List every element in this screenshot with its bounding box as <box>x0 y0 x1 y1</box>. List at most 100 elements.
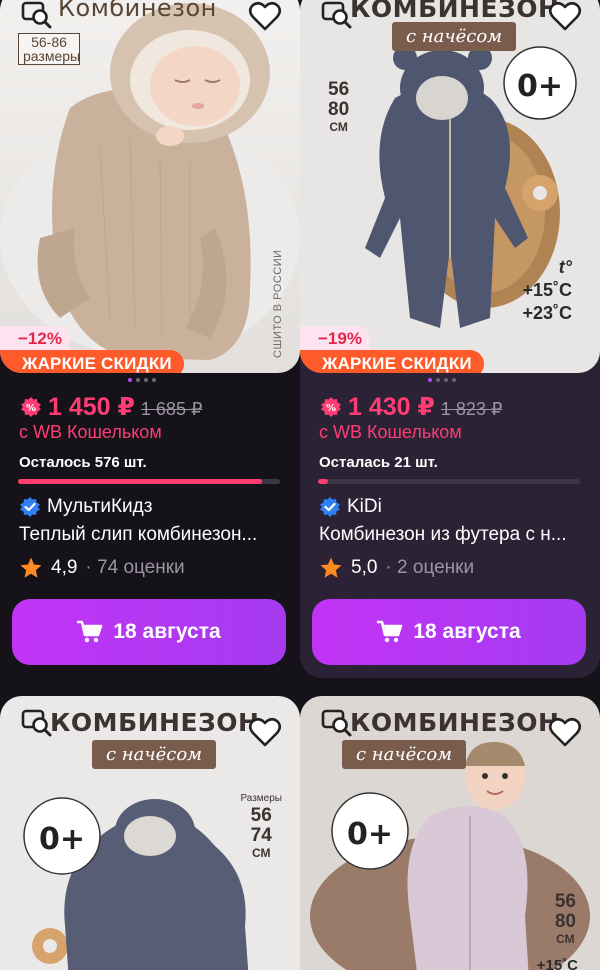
sizes-label: Размеры 56 74 СМ <box>240 792 282 860</box>
cart-icon <box>77 620 103 643</box>
stock-left: Осталось 576 шт. <box>19 454 147 471</box>
product-image[interactable]: 0+ КОМБИНЕЗОН с начёсом 56 80 СМ t° +15˚… <box>300 0 600 373</box>
old-price: 1 823 ₽ <box>440 399 503 419</box>
pager-dot <box>452 378 456 382</box>
fleece-label: с начёсом <box>392 22 517 51</box>
favorite-heart-icon[interactable] <box>248 716 282 748</box>
stock-bar-fill <box>318 479 329 484</box>
price-row: % 1 450 ₽ 1 685 ₽ <box>20 392 202 422</box>
add-to-cart-button[interactable]: 18 августа <box>312 599 586 665</box>
product-card[interactable]: 0+ КОМБИНЕЗОН с начёсом 56 80 СМ +15˚С <box>300 696 600 970</box>
age-badge-text: 0+ <box>347 817 393 852</box>
price-row: % 1 430 ₽ 1 823 ₽ <box>320 392 502 422</box>
promo-badge: ЖАРКИЕ СКИДКИ <box>0 350 184 373</box>
favorite-heart-icon[interactable] <box>548 716 582 748</box>
wallet-note: с WB Кошельком <box>319 422 462 442</box>
temperature-range: t° +15˚С +23˚С <box>522 256 572 325</box>
seller-row[interactable]: KiDi <box>319 496 382 518</box>
temp-icon: t° <box>558 257 572 277</box>
product-card[interactable]: Комбинезон 56-86 размеры СШИТО В РОССИИ … <box>0 0 300 678</box>
product-name[interactable]: Комбинезон из футера с н... <box>319 524 589 546</box>
pager-dot <box>436 378 440 382</box>
seller-name: МультиКидз <box>47 496 153 517</box>
size-max: 80 <box>554 911 576 932</box>
image-pager <box>428 378 456 382</box>
size-max: 80 <box>328 99 350 120</box>
sizes-label: 56 80 СМ <box>554 891 576 947</box>
seller-row[interactable]: МультиКидз <box>19 496 152 518</box>
temperature-range: +15˚С <box>537 954 578 970</box>
favorite-heart-icon[interactable] <box>248 0 282 32</box>
temp-high: +15˚С <box>522 280 572 300</box>
cart-icon <box>377 620 403 643</box>
star-icon <box>20 557 42 578</box>
find-similar-icon[interactable] <box>320 0 354 30</box>
image-brand-title: Комбинезон <box>58 0 217 22</box>
discount-badge: −12% <box>0 326 70 353</box>
sizes-badge: 56-86 размеры <box>18 33 80 65</box>
stock-bar <box>318 479 580 484</box>
size-max: 74 <box>250 825 272 846</box>
made-in-label: СШИТО В РОССИИ <box>272 249 284 358</box>
product-card[interactable]: 0+ КОМБИНЕЗОН с начёсом Размеры 56 74 СМ <box>0 696 300 970</box>
size-unit: СМ <box>329 120 348 134</box>
rating-value: 4,9 <box>51 557 78 578</box>
verified-seller-icon <box>20 497 40 517</box>
pager-dot <box>128 378 132 382</box>
pager-dot <box>428 378 432 382</box>
rating-row: 5,0 · 2 оценки <box>319 556 474 580</box>
fleece-label: с начёсом <box>342 740 467 769</box>
stock-left: Осталась 21 шт. <box>319 454 438 471</box>
size-min: 56 <box>328 79 350 100</box>
stock-bar <box>18 479 280 484</box>
image-brand-title: КОМБИНЕЗОН <box>50 708 260 737</box>
price: 1 430 ₽ <box>348 393 435 421</box>
old-price: 1 685 ₽ <box>140 399 203 419</box>
product-name[interactable]: Теплый слип комбинезон... <box>19 524 289 546</box>
fleece-label: с начёсом <box>92 740 217 769</box>
pager-dot <box>444 378 448 382</box>
product-image[interactable]: 0+ КОМБИНЕЗОН с начёсом 56 80 СМ +15˚С <box>300 696 600 970</box>
reviews-count: · 2 оценки <box>385 557 475 578</box>
pager-dot <box>144 378 148 382</box>
temp-low: +15˚С <box>536 957 578 970</box>
size-min: 56 <box>554 891 576 912</box>
price: 1 450 ₽ <box>48 393 135 421</box>
add-to-cart-button[interactable]: 18 августа <box>12 599 286 665</box>
sizes-caption: Размеры <box>240 793 282 804</box>
svg-text:%: % <box>326 403 336 414</box>
svg-text:%: % <box>26 403 36 414</box>
image-brand-title: КОМБИНЕЗОН <box>350 708 560 737</box>
seller-name: KiDi <box>347 496 382 517</box>
wallet-discount-icon: % <box>21 397 41 417</box>
size-unit: СМ <box>251 846 271 860</box>
delivery-date: 18 августа <box>413 620 521 643</box>
favorite-heart-icon[interactable] <box>548 0 582 32</box>
age-badge-text: 0+ <box>517 69 563 104</box>
discount-badge: −19% <box>300 326 370 353</box>
find-similar-icon[interactable] <box>20 0 54 30</box>
size-unit: СМ <box>556 932 575 946</box>
delivery-date: 18 августа <box>113 620 221 643</box>
rating-value: 5,0 <box>351 557 378 578</box>
stock-bar-fill <box>18 479 262 484</box>
star-icon <box>320 557 342 578</box>
age-badge-text: 0+ <box>39 822 85 857</box>
image-pager <box>128 378 156 382</box>
promo-badge: ЖАРКИЕ СКИДКИ <box>300 350 484 373</box>
rating-row: 4,9 · 74 оценки <box>19 556 185 580</box>
product-card[interactable]: 0+ КОМБИНЕЗОН с начёсом 56 80 СМ t° +15˚… <box>300 0 600 678</box>
find-similar-icon[interactable] <box>320 708 354 738</box>
wallet-note: с WB Кошельком <box>19 422 162 442</box>
temp-low: +23˚С <box>522 303 572 323</box>
image-brand-title: КОМБИНЕЗОН <box>350 0 560 23</box>
wallet-discount-icon: % <box>321 397 341 417</box>
find-similar-icon[interactable] <box>20 708 54 738</box>
pager-dot <box>136 378 140 382</box>
verified-seller-icon <box>320 497 340 517</box>
reviews-count: · 74 оценки <box>85 557 185 578</box>
size-min: 56 <box>250 805 272 826</box>
product-image[interactable]: Комбинезон 56-86 размеры СШИТО В РОССИИ … <box>0 0 300 373</box>
pager-dot <box>152 378 156 382</box>
product-image[interactable]: 0+ КОМБИНЕЗОН с начёсом Размеры 56 74 СМ <box>0 696 300 970</box>
